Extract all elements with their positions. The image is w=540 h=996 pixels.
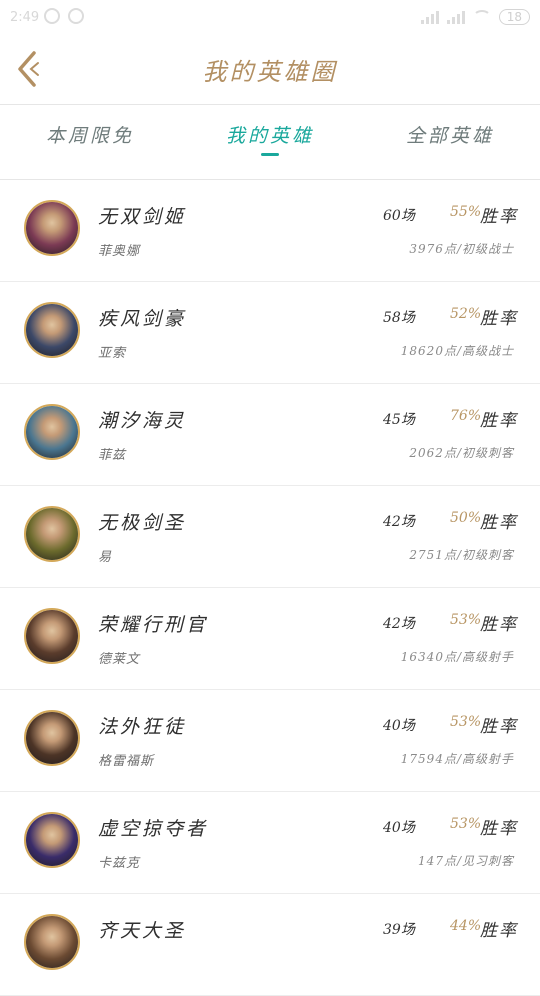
tab-all-heroes[interactable]: 全部英雄 [360,121,540,148]
win-rate: 53% [450,816,482,832]
tab-my-heroes[interactable]: 我的英雄 [180,121,360,148]
games-played: 42场 [383,514,415,530]
hero-row[interactable]: 法外狂徒格雷福斯 40场 53% 胜率 17594点/高级射手 [0,690,540,792]
win-rate-label: 胜率 [480,717,518,737]
win-rate: 44% [450,918,482,934]
hero-row[interactable]: 齐天大圣 39场 44% 胜率 [0,894,540,996]
hero-name: 法外狂徒 [98,716,187,738]
hero-name: 无极剑圣 [98,512,187,534]
hero-avatar [24,914,80,970]
games-played: 58场 [383,310,415,326]
hero-name: 荣耀行刑官 [98,614,209,636]
tab-free-this-week[interactable]: 本周限免 [0,121,180,148]
hero-portrait-icon [26,916,78,968]
wifi-icon [472,10,491,24]
win-rate-label: 胜率 [480,513,518,533]
hero-row[interactable]: 无双剑姬菲奥娜 60场 55% 胜率 3976点/初级战士 [0,180,540,282]
hero-row[interactable]: 疾风剑豪亚索 58场 52% 胜率 18620点/高级战士 [0,282,540,384]
hero-name: 无双剑姬 [98,206,187,228]
signal-icon [446,10,465,24]
win-rate-label: 胜率 [480,309,518,329]
hero-level: 17594点/高级射手 [400,752,514,766]
hero-level: 3976点/初级战士 [409,242,514,256]
hero-level: 16340点/高级射手 [400,650,514,664]
win-rate: 53% [450,612,482,628]
hero-name: 齐天大圣 [98,920,187,942]
hero-title: 德莱文 [98,652,141,667]
games-played: 45场 [383,412,415,428]
signal-icon [420,10,439,24]
games-played: 40场 [383,820,415,836]
win-rate-label: 胜率 [480,615,518,635]
hero-name: 疾风剑豪 [98,308,187,330]
active-tab-indicator [261,153,279,156]
win-rate: 50% [450,510,482,526]
win-rate-label: 胜率 [480,411,518,431]
hero-level: 2751点/初级刺客 [409,548,514,562]
page-title: 我的英雄圈 [202,58,338,86]
hero-row[interactable]: 无极剑圣易 42场 50% 胜率 2751点/初级刺客 [0,486,540,588]
hero-level: 2062点/初级刺客 [409,446,514,460]
hero-avatar [24,710,80,766]
hero-name: 潮汐海灵 [98,410,187,432]
hero-portrait-icon [26,202,78,254]
header: 我的英雄圈 [0,34,540,105]
hero-avatar [24,200,80,256]
status-right: 18 [420,9,530,25]
hero-portrait-icon [26,814,78,866]
hero-portrait-icon [26,610,78,662]
hero-portrait-icon [26,712,78,764]
hero-title: 易 [98,550,113,565]
games-played: 40场 [383,718,415,734]
win-rate: 55% [450,204,482,220]
hero-title: 卡兹克 [98,856,141,871]
hero-avatar [24,812,80,868]
hero-level: 18620点/高级战士 [400,344,514,358]
hero-avatar [24,608,80,664]
games-played: 42场 [383,616,415,632]
win-rate: 76% [450,408,482,424]
shield-icon [44,8,60,24]
hero-level: 147点/见习刺客 [418,854,514,868]
hero-title: 亚索 [98,346,127,361]
notification-icon [68,8,84,24]
hero-title: 格雷福斯 [98,754,155,769]
win-rate-label: 胜率 [480,819,518,839]
win-rate: 52% [450,306,482,322]
hero-row[interactable]: 虚空掠夺者卡兹克 40场 53% 胜率 147点/见习刺客 [0,792,540,894]
hero-portrait-icon [26,406,78,458]
status-time: 2:49 [10,10,40,25]
win-rate-label: 胜率 [480,207,518,227]
hero-title: 菲奥娜 [98,244,141,259]
win-rate: 53% [450,714,482,730]
hero-avatar [24,506,80,562]
hero-portrait-icon [26,304,78,356]
hero-name: 虚空掠夺者 [98,818,209,840]
games-played: 39场 [383,922,415,938]
status-bar: 2:49 18 [0,0,540,34]
hero-avatar [24,404,80,460]
hero-list: 无双剑姬 菲奥娜 60场 55% 胜率 3976点/初级战士 疾风剑豪 亚索 58场 52% 胜率 1… [0,180,540,996]
hero-row[interactable]: 潮汐海灵菲兹 45场 76% 胜率 2062点/初级刺客 [0,384,540,486]
hero-row[interactable]: 荣耀行刑官德莱文 42场 53% 胜率 16340点/高级射手 [0,588,540,690]
hero-portrait-icon [26,508,78,560]
hero-avatar [24,302,80,358]
games-played: 60场 [383,208,415,224]
win-rate-label: 胜率 [480,921,518,941]
tab-bar: 本周限免 我的英雄 全部英雄 [0,105,540,180]
hero-title: 菲兹 [98,448,127,463]
battery-indicator: 18 [498,9,530,25]
